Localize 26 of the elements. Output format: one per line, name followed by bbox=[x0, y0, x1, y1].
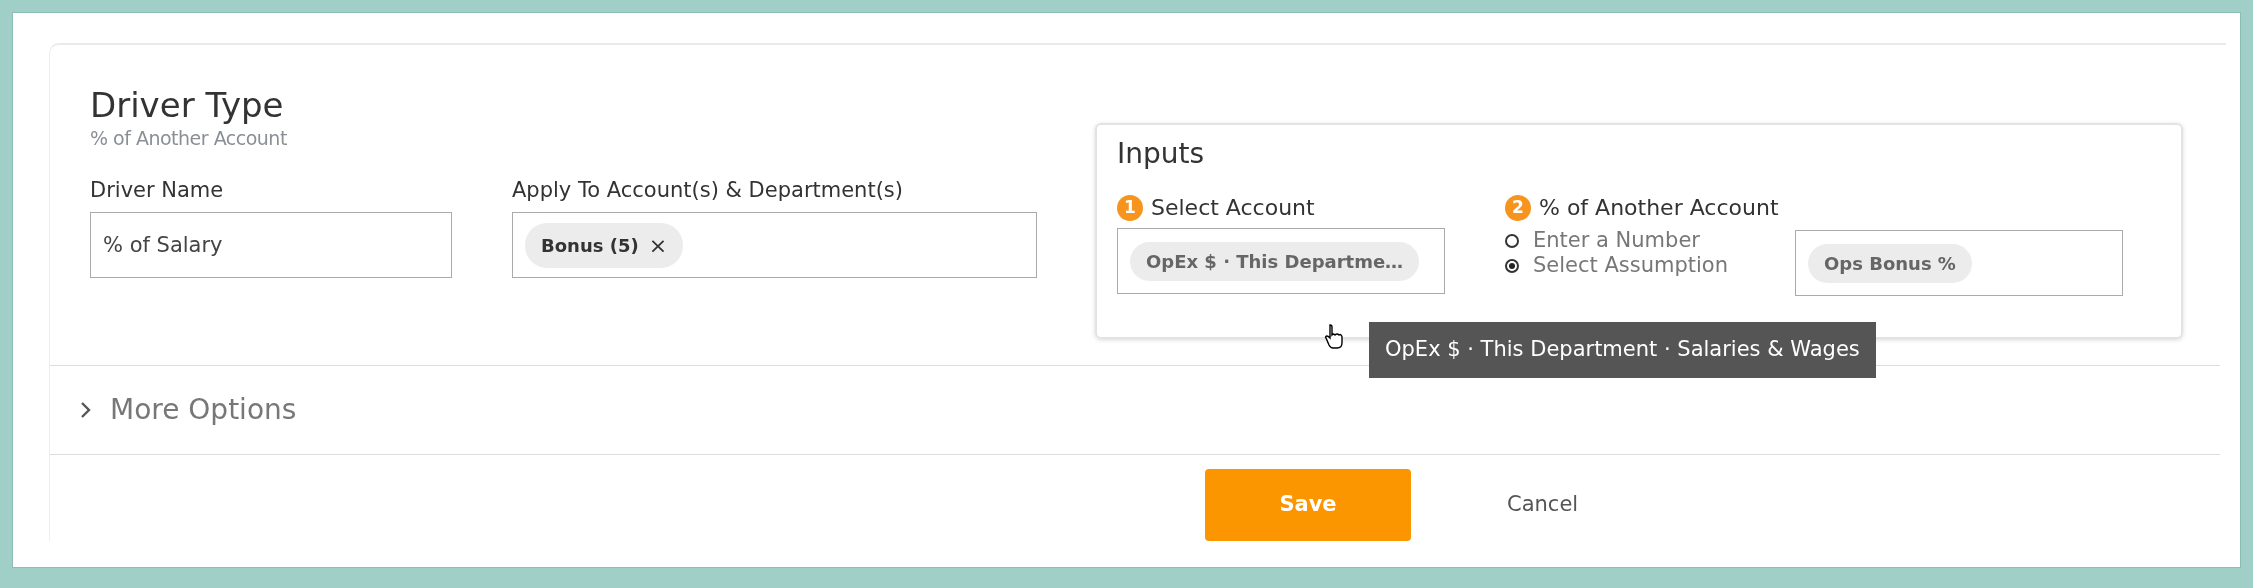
chevron-icon[interactable] bbox=[80, 401, 92, 419]
driver-name-field[interactable]: % of Salary bbox=[90, 212, 452, 279]
radio-button[interactable] bbox=[1505, 233, 1519, 248]
step-number-badge: 2 bbox=[1505, 194, 1531, 221]
field-label: Apply To Account(s) & Department(s) bbox=[512, 176, 904, 204]
radio-label: Select Assumption bbox=[1533, 253, 1729, 279]
radio-button[interactable] bbox=[1505, 258, 1519, 273]
radio-label: Enter a Number bbox=[1533, 228, 1700, 254]
account-chip: Ops Bonus % bbox=[1808, 243, 1972, 283]
field-label: Driver Name bbox=[90, 176, 225, 204]
account-chip: OpEx $ · This Departme… bbox=[1130, 241, 1420, 281]
remove-chip-button[interactable]: × bbox=[648, 228, 668, 262]
assumption-field[interactable]: Ops Bonus % bbox=[1795, 230, 2123, 296]
step-number-badge: 1 bbox=[1117, 194, 1143, 221]
apply-to-field[interactable]: Bonus (5) × bbox=[512, 212, 1037, 279]
section-title: Driver Type bbox=[90, 87, 285, 125]
select-account-field[interactable]: OpEx $ · This Departme… bbox=[1117, 228, 1445, 294]
cancel-button[interactable]: Cancel bbox=[1501, 488, 1585, 522]
more-options-toggle[interactable]: More Options bbox=[110, 389, 297, 431]
field-label: % of Another Account bbox=[1539, 194, 1779, 222]
hand-cursor-icon bbox=[1324, 323, 1344, 349]
field-label: Select Account bbox=[1151, 194, 1315, 222]
tooltip: OpEx $ · This Department · Salaries & Wages bbox=[1369, 322, 1876, 378]
chip-label: Bonus (5) bbox=[541, 233, 639, 258]
section-subtitle: % of Another Account bbox=[90, 126, 288, 152]
panel-title: Inputs bbox=[1117, 136, 1206, 172]
